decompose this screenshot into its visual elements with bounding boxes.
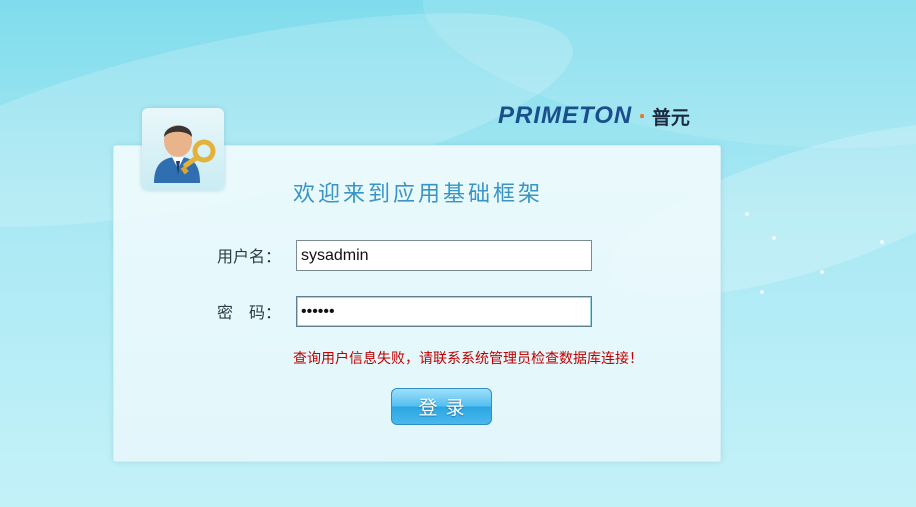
brand-separator: · — [638, 104, 646, 128]
background-dot — [760, 290, 764, 294]
login-button[interactable]: 登录 — [391, 388, 492, 425]
password-input[interactable]: •••••• — [296, 296, 592, 327]
login-panel: 欢迎来到应用基础框架 用户名： sysadmin 密 码： •••••• 查询用… — [113, 145, 721, 462]
avatar-graphic — [154, 125, 216, 183]
background-dot — [820, 270, 824, 274]
password-label: 密 码： — [217, 303, 282, 322]
user-key-icon — [142, 108, 224, 190]
username-input[interactable]: sysadmin — [296, 240, 592, 271]
background-dot — [772, 236, 776, 240]
background-dot — [880, 240, 884, 244]
username-label: 用户名： — [217, 247, 282, 266]
brand-logo: PRIMETON · 普元 — [498, 102, 690, 130]
background-dot — [745, 212, 749, 216]
brand-name-latin: PRIMETON — [498, 102, 633, 129]
error-message: 查询用户信息失败，请联系系统管理员检查数据库连接！ — [293, 351, 643, 367]
brand-name-cn: 普元 — [651, 106, 690, 129]
